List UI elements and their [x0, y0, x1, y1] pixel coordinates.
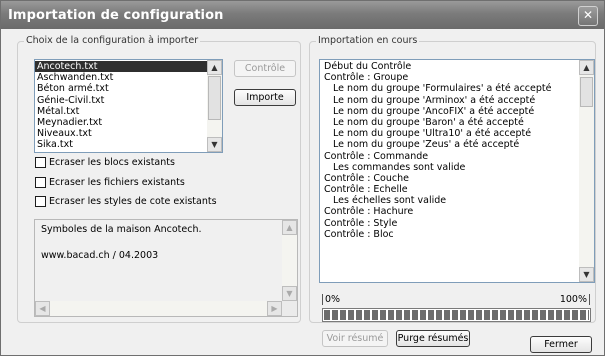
scroll-down-icon[interactable]: ▼: [282, 286, 297, 301]
file-list-item[interactable]: Meynadier.txt: [35, 117, 222, 128]
file-list-item[interactable]: Ancotech.txt: [35, 61, 222, 73]
description-vscroll[interactable]: ▲ ▼: [282, 220, 297, 301]
log-line: Les commandes sont valide: [324, 161, 466, 173]
description-line-1: Symboles de la maison Ancotech.: [41, 224, 202, 235]
scroll-up-icon[interactable]: ▲: [579, 60, 594, 75]
log-scrollbar[interactable]: ▲ ▼: [579, 60, 594, 282]
checkbox-box[interactable]: [35, 177, 46, 188]
log-line: Début du Contrôle: [324, 61, 412, 72]
description-hscroll[interactable]: ◀ ▶: [35, 301, 282, 316]
checkbox-label: Ecraser les styles de cote existants: [49, 196, 217, 207]
file-list-item[interactable]: Niveaux.txt: [35, 128, 222, 139]
log-line: Contrôle : Commande: [324, 150, 429, 162]
scroll-thumb[interactable]: [208, 76, 221, 120]
log-line: Le nom du groupe 'Arminox' a été accepté: [324, 94, 536, 106]
log-line: Contrôle : Couche: [324, 172, 409, 184]
file-list-scrollbar[interactable]: ▲ ▼: [207, 60, 222, 152]
import-progress-legend: Importation en cours: [316, 35, 420, 46]
checkbox-box[interactable]: [35, 196, 46, 207]
log-line: Contrôle : Bloc: [324, 228, 394, 240]
checkbox-label: Ecraser les fichiers existants: [49, 177, 185, 188]
description-line-2: www.bacad.ch / 04.2003: [41, 250, 159, 261]
file-items: Ancotech.txt Aschwanden.txt Béton armé.txt…: [35, 60, 222, 151]
importe-button[interactable]: Importe: [234, 89, 296, 106]
choose-config-legend: Choix de la configuration à importer: [24, 35, 201, 46]
window-title: Importation de configuration: [8, 8, 224, 23]
checkbox-box[interactable]: [35, 157, 46, 168]
import-log-list[interactable]: Début du Contrôle Contrôle : Groupe Le no…: [319, 59, 595, 283]
scroll-left-icon[interactable]: ◀: [35, 301, 50, 316]
title-bar[interactable]: Importation de configuration ✕: [1, 1, 604, 29]
file-list-item[interactable]: Béton armé.txt: [35, 83, 222, 94]
log-line: Contrôle : Groupe: [324, 72, 409, 84]
progress-fill: [324, 310, 589, 320]
scroll-corner: [282, 301, 297, 316]
log-line: Contrôle : Hachure: [324, 206, 414, 218]
scroll-down-icon[interactable]: ▼: [579, 267, 594, 282]
config-file-list[interactable]: Ancotech.txt Aschwanden.txt Béton armé.txt…: [34, 59, 223, 153]
import-progress-bar: [322, 308, 591, 322]
log-line: Le nom du groupe 'Ultra10' a été accepté: [324, 128, 532, 140]
scroll-down-icon[interactable]: ▼: [207, 137, 222, 152]
purge-resumes-button[interactable]: Purge résumés: [396, 330, 470, 347]
close-icon[interactable]: ✕: [578, 6, 598, 26]
scroll-thumb[interactable]: [580, 77, 593, 107]
log-line: Le nom du groupe 'Baron' a été accepté: [324, 116, 524, 128]
log-line: Le nom du groupe 'AncoFIX' a été accepté: [324, 105, 535, 117]
file-list-item[interactable]: Sika.txt: [35, 139, 222, 150]
progress-min-label: 0%: [322, 294, 340, 305]
log-items: Début du Contrôle Contrôle : Groupe Le no…: [320, 60, 594, 240]
file-list-item[interactable]: Aschwanden.txt: [35, 72, 222, 83]
description-box[interactable]: Symboles de la maison Ancotech. www.baca…: [34, 219, 298, 317]
voir-resume-button[interactable]: Voir résumé: [322, 330, 388, 347]
log-line: Contrôle : Echelle: [324, 184, 408, 196]
scroll-up-icon[interactable]: ▲: [207, 60, 222, 75]
scroll-up-icon[interactable]: ▲: [282, 220, 297, 235]
controle-button[interactable]: Contrôle: [234, 60, 296, 77]
scroll-right-icon[interactable]: ▶: [267, 301, 282, 316]
log-line: Le nom du groupe 'Zeus' a été accepté: [324, 139, 520, 151]
log-line: Les échelles sont valide: [324, 195, 447, 207]
file-list-item[interactable]: Génie-Civil.txt: [35, 95, 222, 106]
log-line: Contrôle : Style: [324, 217, 398, 229]
fermer-button[interactable]: Fermer: [530, 336, 592, 353]
dialog-window: Importation de configuration ✕ Choix de …: [0, 0, 605, 356]
log-line: Le nom du groupe 'Formulaires' a été acc…: [324, 83, 552, 95]
progress-labels: 0% 100%: [322, 294, 590, 306]
progress-max-label: 100%: [560, 294, 590, 305]
checkbox-label: Ecraser les blocs existants: [49, 157, 175, 168]
file-list-item[interactable]: Métal.txt: [35, 106, 222, 117]
dialog-body: Choix de la configuration à importer Anc…: [4, 29, 601, 353]
